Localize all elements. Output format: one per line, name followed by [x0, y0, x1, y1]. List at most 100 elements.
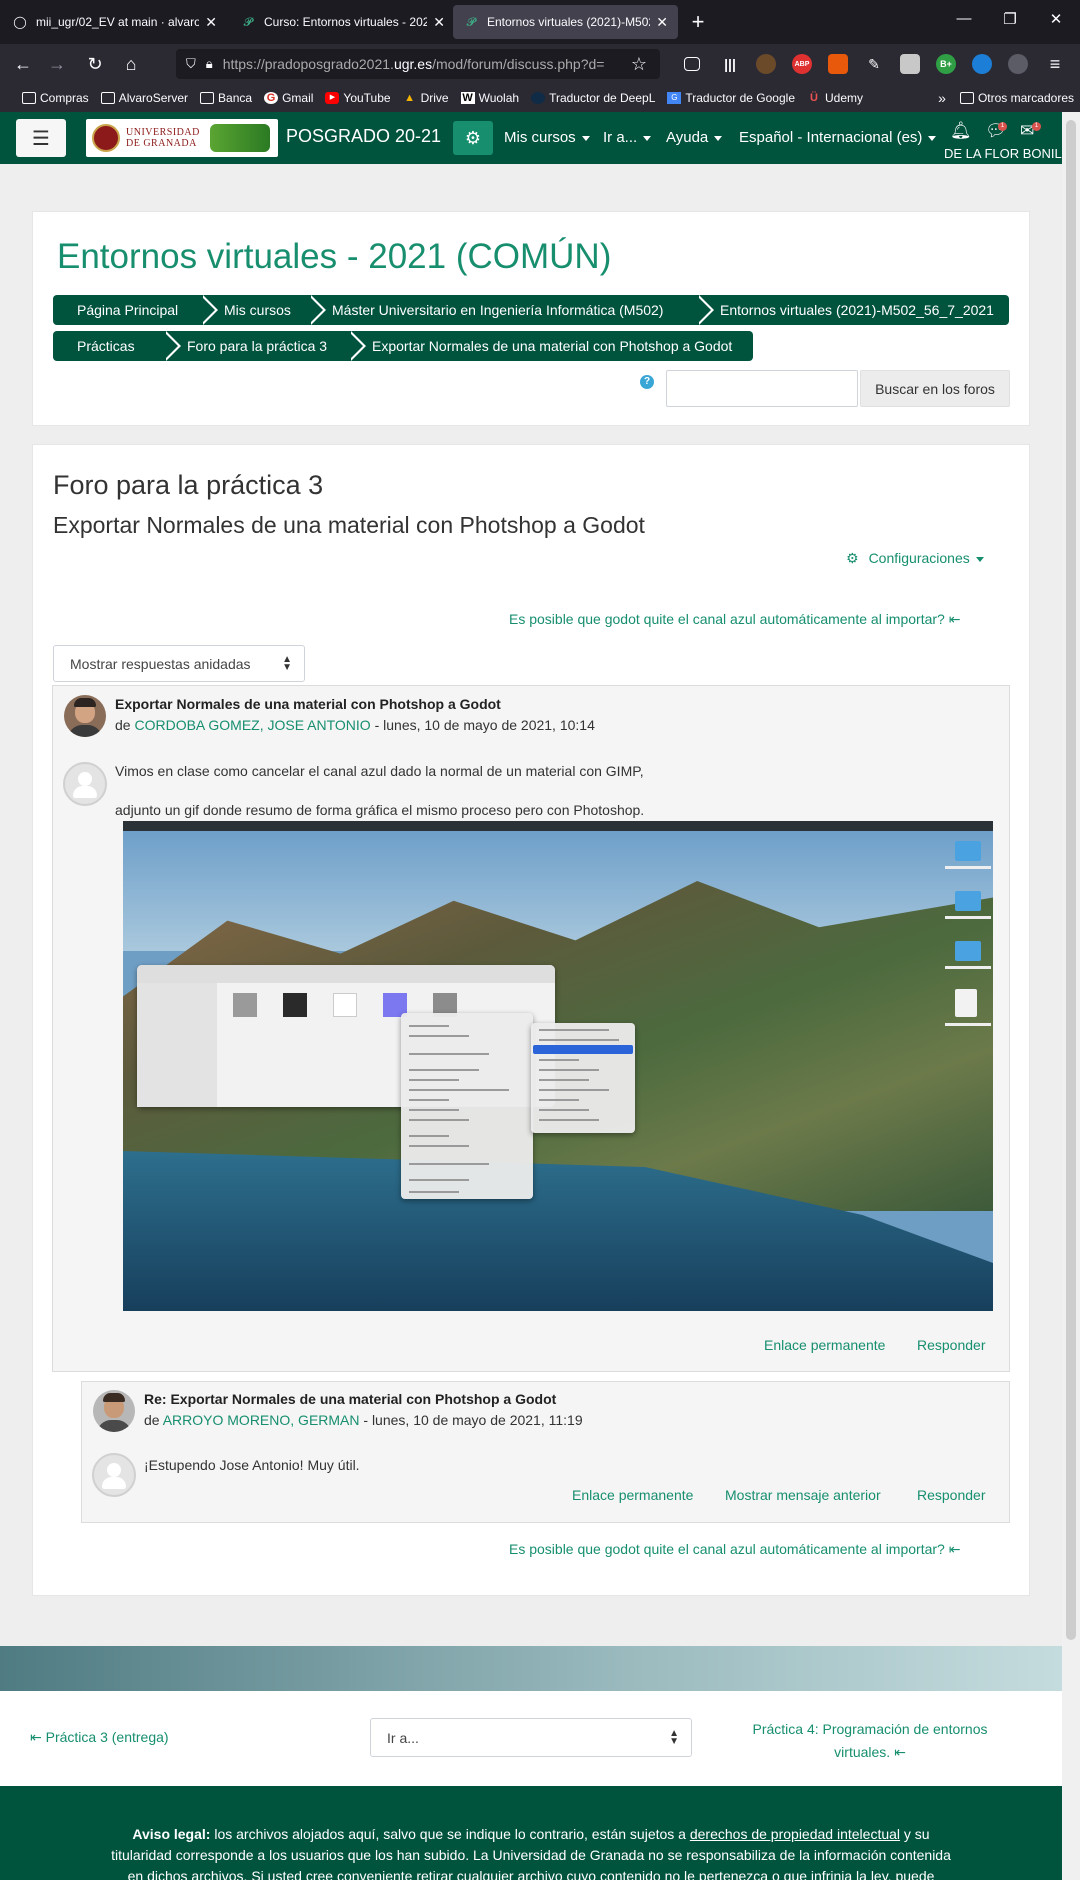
- extension-icon[interactable]: B+: [936, 54, 956, 74]
- university-name-line: DE GRANADA: [126, 138, 197, 149]
- menu-icon[interactable]: ≡: [1042, 52, 1068, 76]
- minimize-icon[interactable]: —: [942, 10, 986, 27]
- browser-tab-bar: ◯ mii_ugr/02_EV at main · alvarod ✕ 𝓟 Cu…: [0, 0, 1080, 44]
- forward-icon[interactable]: →: [44, 52, 70, 76]
- moodle-tab-icon: 𝓟: [243, 14, 253, 29]
- reply-link[interactable]: Responder: [917, 1487, 986, 1503]
- library-icon[interactable]: |||: [720, 54, 740, 74]
- next-discussion-link[interactable]: Es posible que godot quite el canal azul…: [509, 611, 960, 628]
- close-tab-icon[interactable]: ✕: [656, 14, 668, 31]
- breadcrumb-item[interactable]: Prácticas: [53, 331, 181, 361]
- restore-icon[interactable]: ❐: [988, 10, 1032, 28]
- scrollbar-thumb[interactable]: [1066, 120, 1076, 1640]
- adblock-icon[interactable]: ABP: [792, 54, 812, 74]
- bookmark-item[interactable]: G Traductor de Google: [667, 91, 795, 105]
- extension-icon[interactable]: [756, 54, 776, 74]
- post-text: ¡Estupendo Jose Antonio! Muy útil.: [144, 1457, 360, 1473]
- more-bookmarks-icon[interactable]: »: [938, 90, 946, 106]
- breadcrumb-item[interactable]: Máster Universitario en Ingeniería Infor…: [308, 295, 714, 325]
- close-window-icon[interactable]: ✕: [1034, 10, 1078, 28]
- browser-nav-bar: ← → ↻ ⌂ ⛉ 🔒︎ https://pradoposgrado2021.u…: [0, 44, 1080, 84]
- bookmark-item[interactable]: ▶ YouTube: [325, 91, 391, 105]
- menu-ir-a[interactable]: Ir a...: [603, 129, 652, 146]
- extension-icon[interactable]: [900, 54, 920, 74]
- breadcrumb-item-current[interactable]: Exportar Normales de una material con Ph…: [348, 331, 753, 361]
- bookmarks-bar: Compras AlvaroServer Banca G Gmail ▶ YouTu…: [0, 84, 1080, 112]
- reload-icon[interactable]: ↻: [82, 52, 108, 76]
- next-activity-link[interactable]: Práctica 4: Programación de entornos virt…: [740, 1718, 1000, 1764]
- university-name-line: UNIVERSIDAD: [126, 127, 200, 138]
- url-bar[interactable]: ⛉ 🔒︎ https://pradoposgrado2021.ugr.es/mo…: [176, 49, 660, 79]
- bookmark-item[interactable]: ▲ Drive: [403, 91, 448, 105]
- menu-language[interactable]: Español - Internacional (es): [739, 129, 937, 146]
- bookmark-item[interactable]: Ü Udemy: [807, 91, 863, 105]
- forum-search-input[interactable]: [666, 370, 858, 407]
- settings-menu[interactable]: ⚙ Configuraciones: [846, 550, 984, 567]
- shield-icon[interactable]: ⛉: [186, 56, 196, 72]
- pocket-icon[interactable]: [684, 57, 700, 71]
- ugr-seal-icon: [92, 124, 120, 152]
- legal-notice: Aviso legal: los archivos alojados aquí,…: [132, 1826, 930, 1842]
- ip-rights-link[interactable]: derechos de propiedad intelectual: [690, 1826, 900, 1842]
- notifications-bell-icon[interactable]: 🔔︎: [950, 121, 972, 141]
- bookmark-item[interactable]: Traductor de DeepL: [531, 91, 655, 105]
- post-text: Vimos en clase como cancelar el canal az…: [115, 763, 644, 779]
- bookmark-folder[interactable]: Compras: [22, 91, 89, 105]
- author-link[interactable]: ARROYO MORENO, GERMAN: [163, 1412, 360, 1428]
- help-icon[interactable]: ?: [640, 375, 654, 389]
- show-parent-link[interactable]: Mostrar mensaje anterior: [725, 1487, 881, 1503]
- extension-icon[interactable]: [1008, 54, 1028, 74]
- bookmark-item[interactable]: G Gmail: [264, 91, 313, 105]
- browser-tab-active[interactable]: 𝓟 Entornos virtuales (2021)-M502 ✕: [453, 5, 678, 39]
- previous-activity-link[interactable]: ⇤ Práctica 3 (entrega): [30, 1729, 169, 1746]
- gear-icon: ⚙: [846, 550, 859, 566]
- page-scrollbar[interactable]: [1062, 112, 1080, 1880]
- folder-icon: [200, 92, 215, 104]
- home-icon[interactable]: ⌂: [118, 52, 144, 76]
- browser-tab[interactable]: 𝓟 Curso: Entornos virtuales - 2021 ✕: [230, 5, 455, 39]
- menu-ayuda[interactable]: Ayuda: [666, 129, 723, 146]
- lock-icon[interactable]: 🔒︎: [206, 56, 213, 72]
- reply-link[interactable]: Responder: [917, 1337, 986, 1353]
- extension-icon[interactable]: ✎: [864, 54, 884, 74]
- breadcrumb-item[interactable]: Página Principal: [53, 295, 218, 325]
- close-tab-icon[interactable]: ✕: [433, 14, 445, 31]
- user-menu[interactable]: DE LA FLOR BONIL: [944, 146, 1062, 161]
- breadcrumb-item[interactable]: Entornos virtuales (2021)-M502_56_7_2021: [696, 295, 1009, 325]
- group-icon: [63, 762, 107, 806]
- avatar[interactable]: [64, 695, 106, 737]
- mail-icon[interactable]: ✉ 1: [1020, 121, 1041, 141]
- breadcrumb-item[interactable]: Foro para la práctica 3: [163, 331, 366, 361]
- author-link[interactable]: CORDOBA GOMEZ, JOSE ANTONIO: [134, 717, 370, 733]
- jump-to-select[interactable]: Ir a... ▲ ▼: [370, 1718, 692, 1757]
- site-title[interactable]: POSGRADO 20-21: [286, 126, 441, 147]
- url-text[interactable]: https://pradoposgrado2021.ugr.es/mod/for…: [223, 56, 650, 72]
- bookmark-folder[interactable]: Banca: [200, 91, 252, 105]
- next-discussion-link[interactable]: Es posible que godot quite el canal azul…: [509, 1541, 960, 1558]
- forum-search-button[interactable]: Buscar en los foros: [860, 370, 1010, 407]
- extension-icon[interactable]: [972, 54, 992, 74]
- bookmark-item[interactable]: W Wuolah: [460, 91, 519, 105]
- deepl-icon: [531, 92, 546, 104]
- avatar[interactable]: [93, 1390, 135, 1432]
- new-tab-button[interactable]: +: [685, 9, 711, 35]
- drawer-toggle-button[interactable]: ☰: [16, 119, 66, 157]
- extension-icon[interactable]: [828, 54, 848, 74]
- ugr-logo[interactable]: UNIVERSIDAD DE GRANADA: [86, 119, 278, 157]
- forum-name: Foro para la práctica 3: [53, 470, 324, 500]
- other-bookmarks[interactable]: Otros marcadores: [959, 91, 1074, 105]
- bookmark-star-icon[interactable]: ☆: [626, 52, 652, 76]
- close-tab-icon[interactable]: ✕: [205, 14, 217, 31]
- folder-icon: [22, 92, 36, 104]
- permalink-link[interactable]: Enlace permanente: [764, 1337, 885, 1353]
- back-icon[interactable]: ←: [10, 52, 36, 76]
- post-text: adjunto un gif donde resumo de forma grá…: [115, 802, 645, 818]
- prado-logo: [209, 124, 270, 152]
- bookmark-folder[interactable]: AlvaroServer: [100, 91, 188, 105]
- permalink-link[interactable]: Enlace permanente: [572, 1487, 693, 1503]
- menu-mis-cursos[interactable]: Mis cursos: [504, 129, 590, 146]
- messages-icon[interactable]: 💬︎ 1: [985, 121, 1007, 141]
- display-mode-select[interactable]: Mostrar respuestas anidadas ▲ ▼: [53, 645, 305, 682]
- browser-tab[interactable]: ◯ mii_ugr/02_EV at main · alvarod ✕: [2, 5, 227, 39]
- cog-icon[interactable]: ⚙: [453, 121, 493, 155]
